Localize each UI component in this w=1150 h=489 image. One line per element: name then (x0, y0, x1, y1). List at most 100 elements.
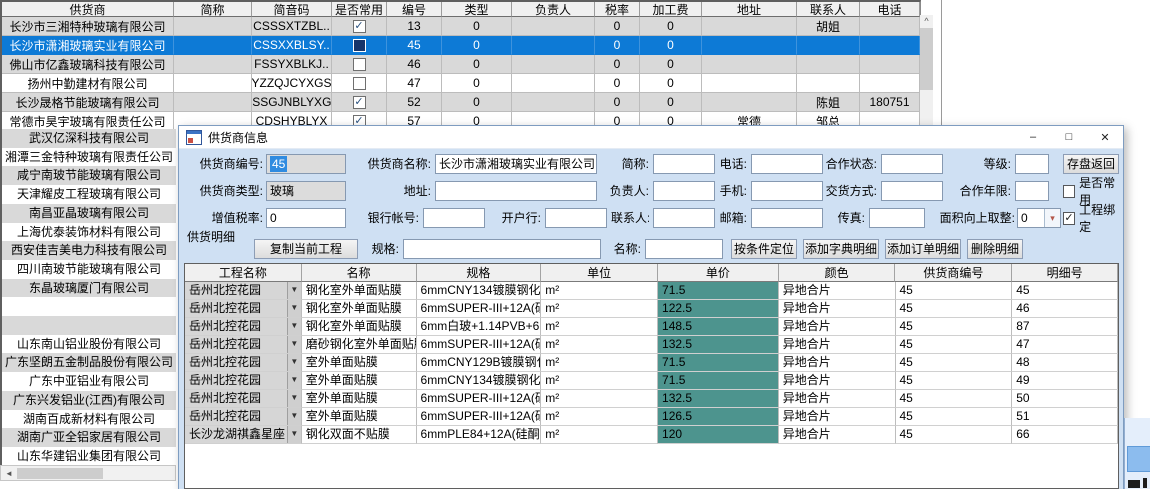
scroll-up-icon[interactable]: ^ (920, 15, 933, 27)
input-field[interactable]: 0▾ (1017, 208, 1061, 228)
column-header[interactable]: 简音码 (252, 2, 332, 17)
list-item[interactable]: 武汉亿深科技有限公司 (2, 129, 176, 149)
detail-cell[interactable]: 71.5 (658, 354, 779, 372)
detail-row[interactable]: 岳州北控花园▼室外单面贴膜6mmSUPER-III+12A(硅..m²126.5… (185, 408, 1118, 426)
common-checkbox[interactable]: ✓ (353, 96, 366, 109)
list-item[interactable]: 咸宁南玻节能玻璃有限公司 (2, 166, 176, 186)
input-field[interactable] (751, 154, 823, 174)
column-header[interactable]: 是否常用 (332, 2, 387, 17)
scroll-left-icon[interactable]: ◄ (3, 467, 15, 479)
input-field[interactable] (653, 208, 715, 228)
project-combo-cell[interactable]: 岳州北控花园▼ (185, 354, 302, 372)
input-field[interactable] (1015, 154, 1049, 174)
chevron-down-icon[interactable]: ▼ (287, 300, 301, 317)
project-combo-cell[interactable]: 岳州北控花园▼ (185, 300, 302, 318)
detail-cell[interactable]: 71.5 (658, 372, 779, 390)
input-field[interactable] (423, 208, 485, 228)
column-header[interactable]: 联系人 (797, 2, 860, 17)
detail-cell[interactable]: 71.5 (658, 282, 779, 300)
input-field[interactable]: 玻璃 (266, 181, 346, 201)
checkbox-icon[interactable] (1063, 185, 1075, 198)
detail-column-header[interactable]: 颜色 (779, 264, 896, 282)
table-row[interactable]: 长沙市潇湘玻璃实业有限公司CSSXXBLSY..45000 (2, 36, 920, 55)
input-field[interactable] (881, 181, 943, 201)
chevron-down-icon[interactable]: ▼ (287, 318, 301, 335)
table-row[interactable]: 扬州中勤建材有限公司YZZQJCYXGS47000 (2, 74, 920, 93)
input-field[interactable]: 长沙市潇湘玻璃实业有限公司 (435, 154, 597, 174)
scrollbar-thumb[interactable] (920, 28, 933, 90)
common-checkbox[interactable]: ✓ (353, 20, 366, 33)
project-combo-cell[interactable]: 岳州北控花园▼ (185, 408, 302, 426)
list-item[interactable]: 山东南山铝业股份有限公司 (2, 335, 176, 355)
list-item[interactable]: 天津耀皮工程玻璃有限公司 (2, 185, 176, 205)
list-item[interactable]: 广东兴发铝业(江西)有限公司 (2, 391, 176, 411)
chevron-down-icon[interactable]: ▼ (287, 426, 301, 443)
column-header[interactable]: 简称 (174, 2, 252, 17)
spec-filter-input[interactable] (403, 239, 601, 259)
detail-column-header[interactable]: 单位 (541, 264, 658, 282)
locate-by-condition-button[interactable]: 按条件定位 (731, 239, 797, 259)
detail-column-header[interactable]: 名称 (302, 264, 417, 282)
table-row[interactable]: 长沙晟格节能玻璃有限公司CSSGJNBLYXGS✓52000陈姐180751 (2, 93, 920, 112)
list-item[interactable]: 四川南玻节能玻璃有限公司 (2, 260, 176, 280)
column-header[interactable]: 税率 (595, 2, 640, 17)
chevron-down-icon[interactable]: ▼ (287, 336, 301, 353)
vertical-scrollbar[interactable]: ^ (920, 15, 933, 125)
column-header[interactable]: 供货商 (2, 2, 174, 17)
detail-row[interactable]: 岳州北控花园▼钢化室外单面贴膜6mm白玻+1.14PVB+6mm..m²148.… (185, 318, 1118, 336)
list-item[interactable]: 山东华建铝业集团有限公司 (2, 447, 176, 466)
common-checkbox[interactable] (353, 39, 366, 52)
list-item[interactable]: 湘潭三金特种玻璃有限责任公司 (2, 148, 176, 168)
column-header[interactable]: 加工费 (640, 2, 702, 17)
common-checkbox[interactable] (353, 77, 366, 90)
detail-column-header[interactable]: 规格 (417, 264, 542, 282)
detail-row[interactable]: 岳州北控花园▼钢化室外单面贴膜6mmCNY134镀膜钢化m²71.5异地合片45… (185, 282, 1118, 300)
column-header[interactable]: 地址 (702, 2, 797, 17)
detail-cell[interactable]: 132.5 (658, 390, 779, 408)
input-field[interactable]: 45 (266, 154, 346, 174)
project-combo-cell[interactable]: 岳州北控花园▼ (185, 336, 302, 354)
copy-current-project-button[interactable]: 复制当前工程 (254, 239, 358, 259)
add-order-detail-button[interactable]: 添加订单明细 (885, 239, 961, 259)
input-field[interactable] (881, 154, 943, 174)
close-button[interactable]: ✕ (1087, 126, 1123, 148)
column-header[interactable]: 编号 (387, 2, 442, 17)
detail-row[interactable]: 岳州北控花园▼钢化室外单面贴膜6mmSUPER-III+12A(硅..m²122… (185, 300, 1118, 318)
input-field[interactable] (869, 208, 925, 228)
detail-cell[interactable]: 122.5 (658, 300, 779, 318)
detail-column-header[interactable]: 明细号 (1012, 264, 1118, 282)
chevron-down-icon[interactable]: ▼ (287, 372, 301, 389)
list-item[interactable]: 湖南广亚全铝家居有限公司 (2, 428, 176, 448)
list-item[interactable]: 东晶玻璃厦门有限公司 (2, 279, 176, 299)
project-bind-checkbox[interactable]: ✓ 工程绑定 (1063, 208, 1123, 228)
detail-cell[interactable]: 148.5 (658, 318, 779, 336)
horizontal-scrollbar[interactable]: ◄ (0, 465, 176, 481)
input-field[interactable] (545, 208, 607, 228)
list-item[interactable] (2, 297, 176, 317)
maximize-button[interactable]: □ (1051, 126, 1087, 148)
add-dictionary-detail-button[interactable]: 添加字典明细 (803, 239, 879, 259)
list-item[interactable]: 广东中亚铝业有限公司 (2, 372, 176, 392)
chevron-down-icon[interactable]: ▼ (287, 390, 301, 407)
list-item[interactable]: 广东坚朗五金制品股份有限公司 (2, 353, 176, 373)
detail-cell[interactable]: 120 (658, 426, 779, 444)
delete-detail-button[interactable]: 删除明细 (967, 239, 1023, 259)
detail-column-header[interactable]: 单价 (658, 264, 779, 282)
column-header[interactable]: 类型 (442, 2, 512, 17)
minimize-button[interactable]: – (1015, 126, 1051, 148)
column-header[interactable]: 负责人 (512, 2, 595, 17)
project-combo-cell[interactable]: 岳州北控花园▼ (185, 372, 302, 390)
common-checkbox[interactable] (353, 58, 366, 71)
list-item[interactable] (2, 316, 176, 336)
input-field[interactable] (751, 181, 823, 201)
input-field[interactable] (435, 181, 597, 201)
detail-column-header[interactable]: 供货商编号 (895, 264, 1012, 282)
detail-row[interactable]: 岳州北控花园▼室外单面贴膜6mmCNY129B镀膜钢化m²71.5异地合片454… (185, 354, 1118, 372)
hscrollbar-thumb[interactable] (17, 468, 103, 479)
list-item[interactable]: 西安佳吉美电力科技有限公司 (2, 241, 176, 261)
detail-row[interactable]: 岳州北控花园▼室外单面贴膜6mmCNY134镀膜钢化m²71.5异地合片4549 (185, 372, 1118, 390)
project-combo-cell[interactable]: 长沙龙湖祺鑫星座▼ (185, 426, 302, 444)
detail-row[interactable]: 长沙龙湖祺鑫星座▼钢化双面不贴膜6mmPLE84+12A(硅酮胶..m²120异… (185, 426, 1118, 444)
detail-column-header[interactable]: 工程名称 (185, 264, 302, 282)
input-field[interactable] (1015, 181, 1049, 201)
